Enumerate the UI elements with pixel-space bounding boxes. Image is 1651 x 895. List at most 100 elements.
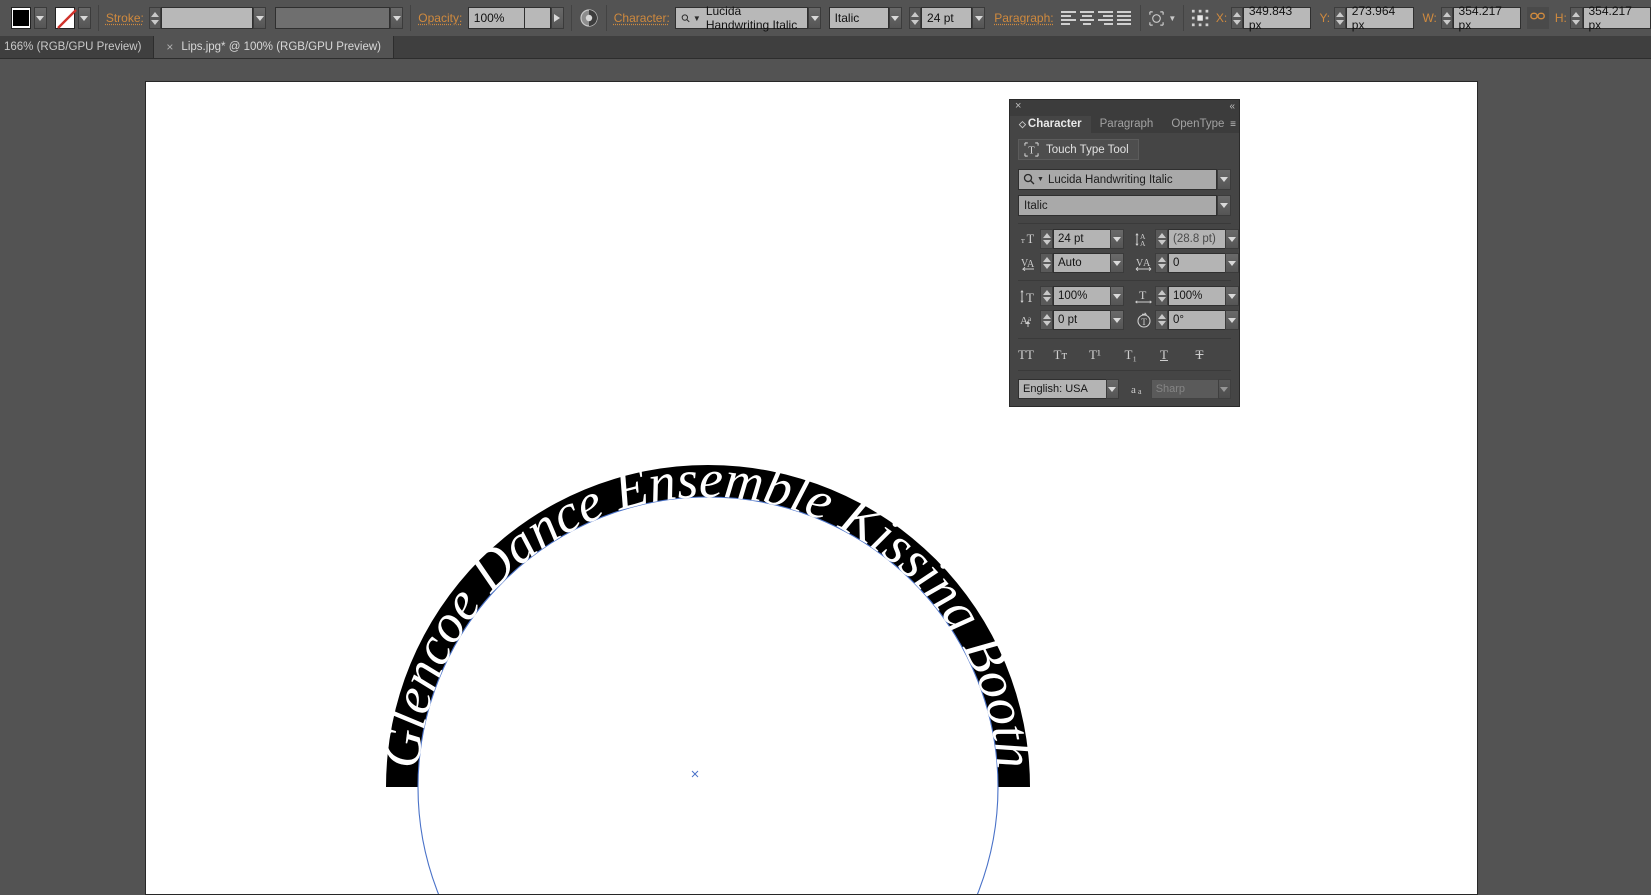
- control-font-size-stepper[interactable]: [909, 7, 921, 29]
- horizontal-scale-stepper[interactable]: [1155, 286, 1168, 306]
- vertical-scale-dropdown[interactable]: [1110, 286, 1124, 306]
- constrain-proportions-icon[interactable]: [1527, 7, 1549, 29]
- leading-stepper[interactable]: [1155, 229, 1168, 249]
- panel-font-style-dropdown[interactable]: [1217, 195, 1231, 216]
- stroke-weight-dropdown[interactable]: [253, 7, 266, 29]
- panel-font-style-field[interactable]: Italic: [1018, 195, 1217, 216]
- align-left-button[interactable]: [1059, 8, 1078, 28]
- arc-band-shape: [386, 465, 1030, 787]
- stroke-profile-dropdown[interactable]: [390, 7, 403, 29]
- panel-close-icon[interactable]: ×: [1015, 101, 1021, 112]
- anti-alias-icon: a a: [1129, 382, 1151, 396]
- font-size-stepper[interactable]: [1040, 229, 1053, 249]
- control-font-family-value: Lucida Handwriting Italic: [706, 4, 803, 32]
- strikethrough-button[interactable]: T: [1196, 347, 1232, 363]
- character-rotation-dropdown[interactable]: [1225, 310, 1239, 330]
- opacity-transform-options[interactable]: ▼: [1148, 10, 1176, 27]
- kerning-stepper[interactable]: [1040, 253, 1053, 273]
- svg-text:A: A: [1020, 315, 1028, 327]
- stroke-none-swatch[interactable]: [55, 7, 75, 29]
- panel-font-size-dropdown[interactable]: [1110, 229, 1124, 249]
- document-tab-0[interactable]: 166% (RGB/GPU Preview): [0, 36, 154, 58]
- control-font-size-field[interactable]: 24 pt: [921, 7, 972, 29]
- document-tab-1[interactable]: × Lips.jpg* @ 100% (RGB/GPU Preview): [154, 36, 394, 58]
- align-center-button[interactable]: [1078, 8, 1097, 28]
- touch-type-tool-icon: T: [1024, 142, 1039, 157]
- panel-menu-icon[interactable]: ≡: [1230, 119, 1235, 130]
- transform-options-icon: [1148, 10, 1165, 27]
- panel-collapse-icon[interactable]: «: [1229, 101, 1235, 112]
- opacity-field[interactable]: 100%: [468, 7, 526, 29]
- kerning-dropdown[interactable]: [1110, 253, 1124, 273]
- superscript-button[interactable]: T¹: [1089, 347, 1125, 363]
- arc-text[interactable]: Glencoe Dance Ensemble Kissing Booth: [370, 449, 1045, 771]
- document-tab-1-label: Lips.jpg* @ 100% (RGB/GPU Preview): [181, 41, 381, 53]
- vertical-scale-field[interactable]: 100%: [1053, 286, 1110, 306]
- control-font-family-field[interactable]: ▼ Lucida Handwriting Italic: [675, 7, 808, 29]
- anti-alias-dropdown[interactable]: [1218, 379, 1231, 399]
- panel-tab-character[interactable]: ◇Character: [1010, 116, 1091, 133]
- w-stepper[interactable]: [1441, 7, 1453, 29]
- kerning-field[interactable]: Auto: [1053, 253, 1110, 273]
- recolor-artwork-icon[interactable]: [579, 8, 599, 28]
- opacity-dropdown[interactable]: [551, 7, 564, 29]
- leading-dropdown[interactable]: [1225, 229, 1239, 249]
- horizontal-scale-dropdown[interactable]: [1225, 286, 1239, 306]
- case-button-row: TT Tᴛ T¹ T₁ T T: [1018, 347, 1231, 363]
- svg-text:T: T: [1141, 317, 1147, 327]
- h-field[interactable]: 354.217 px: [1583, 7, 1651, 29]
- y-field[interactable]: 273.964 px: [1346, 7, 1414, 29]
- svg-text:т: т: [1021, 235, 1025, 245]
- fill-color-swatch[interactable]: [11, 7, 31, 29]
- panel-tab-opentype[interactable]: OpenType: [1162, 116, 1233, 133]
- control-font-size-dropdown[interactable]: [972, 7, 985, 29]
- stroke-label: Stroke:: [106, 11, 144, 25]
- center-point-marker: [692, 771, 698, 777]
- small-caps-button[interactable]: Tᴛ: [1054, 347, 1090, 363]
- panel-font-family-dropdown[interactable]: [1217, 169, 1231, 190]
- anti-alias-field[interactable]: Sharp: [1151, 379, 1218, 399]
- x-stepper[interactable]: [1231, 7, 1243, 29]
- character-rotation-field[interactable]: 0°: [1168, 310, 1225, 330]
- artboard-canvas[interactable]: Glencoe Dance Ensemble Kissing Booth: [145, 81, 1478, 895]
- align-justify-button[interactable]: [1115, 8, 1134, 28]
- stroke-weight-field[interactable]: [161, 7, 253, 29]
- divider: [1018, 280, 1231, 281]
- h-stepper[interactable]: [1570, 7, 1582, 29]
- character-rotation-stepper[interactable]: [1155, 310, 1168, 330]
- x-field[interactable]: 349.843 px: [1243, 7, 1311, 29]
- tracking-dropdown[interactable]: [1225, 253, 1239, 273]
- y-stepper[interactable]: [1334, 7, 1346, 29]
- fill-swatch-dropdown[interactable]: [34, 7, 47, 29]
- all-caps-button[interactable]: TT: [1018, 347, 1054, 363]
- reference-point-icon[interactable]: [1191, 8, 1209, 28]
- panel-font-size-field[interactable]: 24 pt: [1053, 229, 1110, 249]
- tracking-stepper[interactable]: [1155, 253, 1168, 273]
- panel-font-family-field[interactable]: ▼ Lucida Handwriting Italic: [1018, 169, 1217, 190]
- control-font-style-field[interactable]: Italic: [829, 7, 889, 29]
- touch-type-tool-button[interactable]: T Touch Type Tool: [1018, 139, 1139, 160]
- underline-button[interactable]: T: [1160, 347, 1196, 363]
- stroke-profile-field[interactable]: [275, 7, 390, 29]
- tracking-field[interactable]: 0: [1168, 253, 1225, 273]
- control-font-family-dropdown[interactable]: [808, 7, 821, 29]
- horizontal-scale-field[interactable]: 100%: [1168, 286, 1225, 306]
- leading-field[interactable]: (28.8 pt): [1168, 229, 1225, 249]
- stroke-swatch-dropdown[interactable]: [78, 7, 91, 29]
- character-panel: × « ◇Character Paragraph OpenType ≡ T: [1009, 99, 1240, 407]
- w-field[interactable]: 354.217 px: [1453, 7, 1521, 29]
- baseline-shift-stepper[interactable]: [1040, 310, 1053, 330]
- language-dropdown[interactable]: [1106, 379, 1119, 399]
- control-font-style-dropdown[interactable]: [889, 7, 902, 29]
- align-right-button[interactable]: [1096, 8, 1115, 28]
- baseline-shift-field[interactable]: 0 pt: [1053, 310, 1110, 330]
- stroke-weight-stepper[interactable]: [149, 7, 161, 29]
- language-field[interactable]: English: USA: [1018, 379, 1106, 399]
- panel-tab-strip: ◇Character Paragraph OpenType ≡: [1010, 113, 1239, 133]
- svg-text:a: a: [1131, 384, 1136, 396]
- subscript-button[interactable]: T₁: [1125, 347, 1161, 363]
- baseline-shift-dropdown[interactable]: [1110, 310, 1124, 330]
- panel-tab-paragraph[interactable]: Paragraph: [1091, 116, 1163, 133]
- close-icon[interactable]: ×: [166, 40, 173, 54]
- vertical-scale-stepper[interactable]: [1040, 286, 1053, 306]
